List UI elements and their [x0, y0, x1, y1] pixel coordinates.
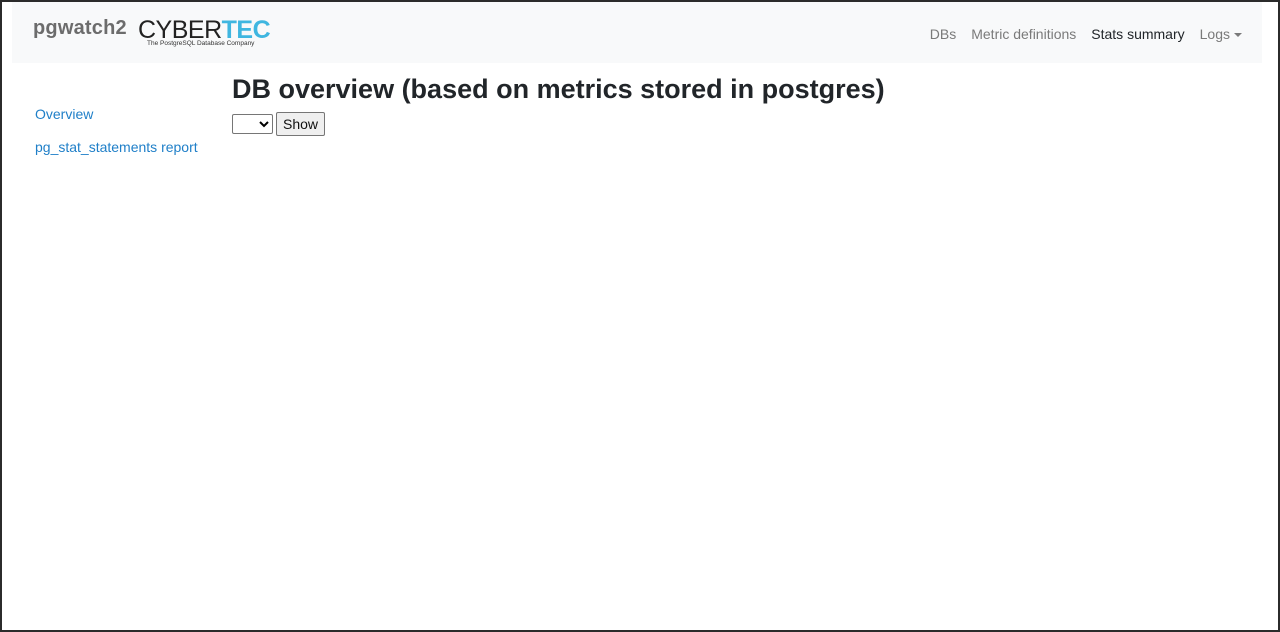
nav-link-stats-summary[interactable]: Stats summary	[1091, 26, 1184, 42]
main-content: DB overview (based on metrics stored in …	[232, 72, 885, 136]
brand-link[interactable]: pgwatch2	[33, 17, 127, 40]
caret-down-icon	[1234, 33, 1242, 37]
sidebar-item-pg-stat-statements-report[interactable]: pg_stat_statements report	[35, 139, 215, 155]
logo-tagline: The PostgreSQL Database Company	[147, 40, 255, 47]
sidebar: Overview pg_stat_statements report	[35, 106, 215, 172]
nav-links: DBs Metric definitions Stats summary Log…	[915, 26, 1242, 42]
page-title: DB overview (based on metrics stored in …	[232, 74, 885, 104]
nav-link-logs-dropdown[interactable]: Logs	[1200, 26, 1242, 42]
db-select[interactable]	[232, 114, 273, 134]
browser-viewport: pgwatch2 CYBERTEC The PostgreSQL Databas…	[0, 0, 1280, 632]
top-navbar: pgwatch2 CYBERTEC The PostgreSQL Databas…	[12, 2, 1262, 63]
show-button[interactable]: Show	[276, 112, 326, 136]
nav-link-dbs[interactable]: DBs	[930, 26, 956, 42]
nav-link-metric-definitions[interactable]: Metric definitions	[971, 26, 1076, 42]
db-picker-form: Show	[232, 112, 885, 136]
sidebar-item-overview[interactable]: Overview	[35, 106, 215, 122]
nav-link-logs-label: Logs	[1199, 26, 1230, 42]
cybertec-logo[interactable]: CYBERTEC The PostgreSQL Database Company	[138, 16, 271, 50]
